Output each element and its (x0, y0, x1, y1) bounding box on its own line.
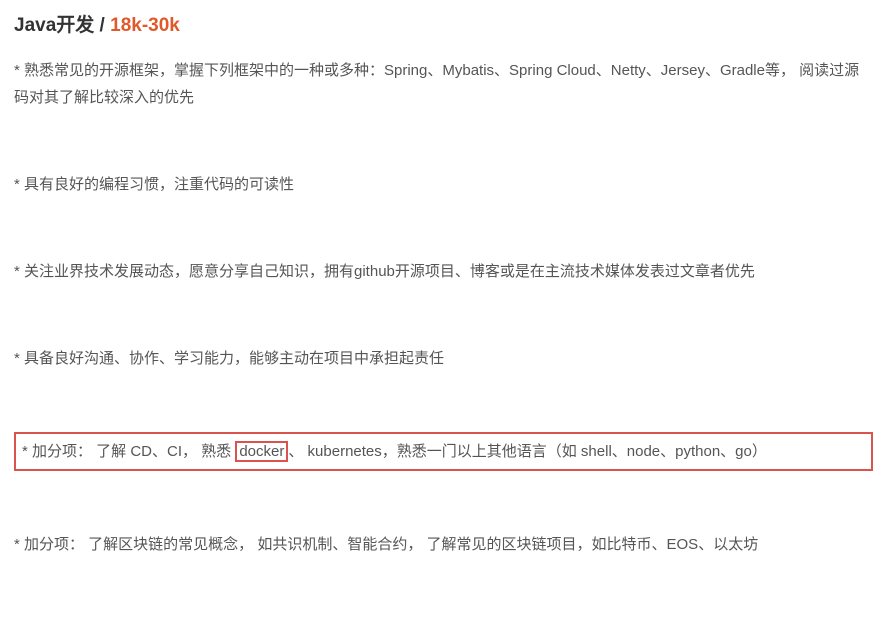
bonus-cicd-docker: * 加分项： 了解 CD、CI， 熟悉 docker、 kubernetes，熟… (22, 438, 865, 465)
requirement-industry-knowledge: * 关注业界技术发展动态，愿意分享自己知识，拥有github开源项目、博客或是在… (14, 258, 873, 285)
bonus-text-pre: * 加分项： 了解 CD、CI， 熟悉 (22, 443, 235, 460)
bonus-box-highlighted: * 加分项： 了解 CD、CI， 熟悉 docker、 kubernetes，熟… (14, 432, 873, 471)
docker-highlight: docker (235, 441, 288, 462)
title-separator: / (94, 15, 110, 36)
job-title-header: Java开发 / 18k-30k (14, 10, 873, 37)
bonus-blockchain: * 加分项： 了解区块链的常见概念， 如共识机制、智能合约， 了解常见的区块链项… (14, 531, 873, 558)
salary-range: 18k-30k (110, 15, 180, 36)
requirement-coding-habits: * 具有良好的编程习惯，注重代码的可读性 (14, 171, 873, 198)
requirement-communication: * 具备良好沟通、协作、学习能力，能够主动在项目中承担起责任 (14, 345, 873, 372)
bonus-text-post: 、 kubernetes，熟悉一门以上其他语言（如 shell、node、pyt… (288, 443, 767, 460)
requirement-frameworks: * 熟悉常见的开源框架，掌握下列框架中的一种或多种：Spring、Mybatis… (14, 57, 873, 111)
job-title: Java开发 (14, 15, 94, 36)
